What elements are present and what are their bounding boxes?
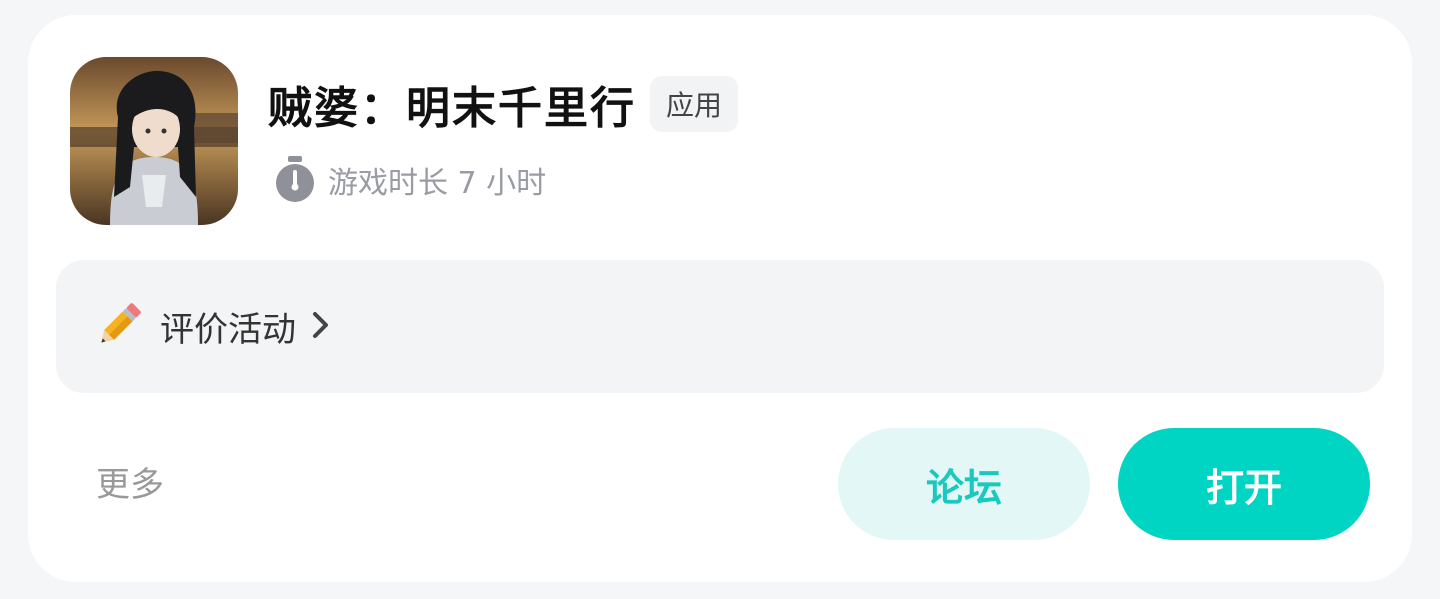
more-link[interactable]: 更多 <box>96 457 164 506</box>
forum-button[interactable]: 论坛 <box>838 428 1090 540</box>
title-row: 贼婆：明末千里行 应用 <box>268 72 739 136</box>
playtime-text: 游戏时长 7 小时 <box>328 166 547 201</box>
pencil-icon <box>92 298 146 356</box>
chevron-right-icon <box>310 310 332 344</box>
app-type-badge: 应用 <box>650 76 739 132</box>
app-title[interactable]: 贼婆：明末千里行 <box>268 72 636 136</box>
stopwatch-icon <box>274 156 316 204</box>
playtime-row: 游戏时长 7 小时 <box>274 155 546 205</box>
activity-label: 评价活动 <box>160 310 296 350</box>
review-activity-bar[interactable]: 评价活动 <box>56 260 1384 393</box>
game-character-art-icon[interactable] <box>70 57 238 225</box>
app-card: 贼婆：明末千里行 应用 游戏时长 7 小时 评价活动 更多 论坛 打开 <box>28 15 1412 582</box>
open-button[interactable]: 打开 <box>1118 428 1370 540</box>
